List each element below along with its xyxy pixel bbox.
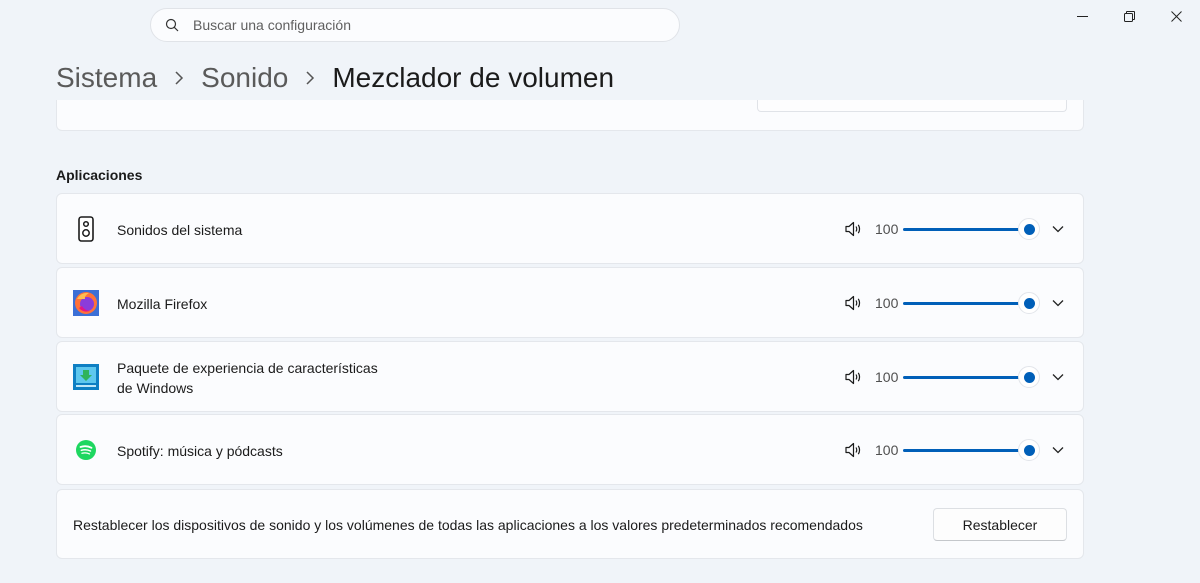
minimize-icon bbox=[1077, 15, 1088, 17]
spotify-icon bbox=[76, 440, 96, 460]
volume-value: 100 bbox=[875, 369, 899, 385]
search-box[interactable] bbox=[150, 8, 680, 42]
feature-pack-icon bbox=[73, 364, 99, 390]
volume-slider-track[interactable] bbox=[903, 449, 1029, 452]
volume-icon[interactable] bbox=[845, 295, 863, 311]
scrolled-card bbox=[56, 100, 1084, 131]
chevron-down-icon[interactable] bbox=[1051, 443, 1065, 457]
close-icon bbox=[1171, 10, 1182, 22]
app-name-line1: Paquete de experiencia de característica… bbox=[117, 360, 378, 376]
breadcrumb-item-sonido[interactable]: Sonido bbox=[201, 62, 288, 94]
volume-icon[interactable] bbox=[845, 369, 863, 385]
speaker-icon bbox=[78, 216, 94, 242]
search-icon bbox=[165, 18, 179, 32]
volume-value: 100 bbox=[875, 221, 899, 237]
app-card-feature-pack[interactable]: Paquete de experiencia de característica… bbox=[56, 341, 1084, 412]
volume-slider-track[interactable] bbox=[903, 228, 1029, 231]
search-input[interactable] bbox=[193, 17, 653, 33]
app-name: Sonidos del sistema bbox=[117, 222, 243, 238]
app-card-spotify[interactable]: Spotify: música y pódcasts 100 bbox=[56, 414, 1084, 485]
minimize-button[interactable] bbox=[1059, 0, 1106, 32]
app-card-system-sounds[interactable]: Sonidos del sistema 100 bbox=[56, 193, 1084, 264]
volume-value: 100 bbox=[875, 442, 899, 458]
chevron-down-icon[interactable] bbox=[1051, 370, 1065, 384]
breadcrumb-item-sistema[interactable]: Sistema bbox=[56, 62, 157, 94]
volume-slider-thumb[interactable] bbox=[1018, 218, 1040, 240]
volume-slider-track[interactable] bbox=[903, 302, 1029, 305]
scrolled-control[interactable] bbox=[757, 100, 1067, 112]
app-name: Spotify: música y pódcasts bbox=[117, 443, 283, 459]
volume-icon[interactable] bbox=[845, 221, 863, 237]
window-controls bbox=[1059, 0, 1200, 32]
volume-slider-thumb[interactable] bbox=[1018, 366, 1040, 388]
reset-description: Restablecer los dispositivos de sonido y… bbox=[73, 517, 863, 533]
app-name-line2: de Windows bbox=[117, 380, 194, 396]
close-button[interactable] bbox=[1153, 0, 1200, 32]
restore-button[interactable] bbox=[1106, 0, 1153, 32]
volume-value: 100 bbox=[875, 295, 899, 311]
page-title: Mezclador de volumen bbox=[332, 62, 615, 93]
section-title: Aplicaciones bbox=[56, 167, 143, 183]
firefox-icon bbox=[73, 290, 99, 316]
restore-icon bbox=[1124, 10, 1135, 22]
chevron-right-icon bbox=[157, 71, 201, 85]
chevron-down-icon[interactable] bbox=[1051, 222, 1065, 236]
volume-icon[interactable] bbox=[845, 442, 863, 458]
volume-slider-track[interactable] bbox=[903, 376, 1029, 379]
reset-card: Restablecer los dispositivos de sonido y… bbox=[56, 489, 1084, 559]
chevron-down-icon[interactable] bbox=[1051, 296, 1065, 310]
app-card-firefox[interactable]: Mozilla Firefox 100 bbox=[56, 267, 1084, 338]
app-name: Mozilla Firefox bbox=[117, 296, 208, 312]
volume-slider-thumb[interactable] bbox=[1018, 292, 1040, 314]
volume-slider-thumb[interactable] bbox=[1018, 439, 1040, 461]
chevron-right-icon bbox=[288, 71, 332, 85]
reset-button[interactable]: Restablecer bbox=[933, 508, 1067, 541]
breadcrumb: Sistema Sonido Mezclador de volumen bbox=[56, 58, 614, 98]
